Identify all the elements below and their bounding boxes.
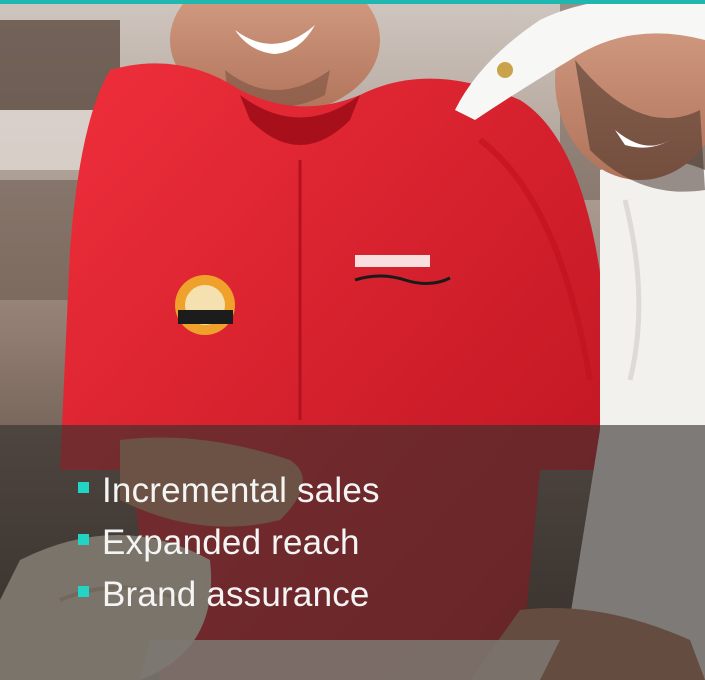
benefits-list: Incremental sales Expanded reach Brand a… bbox=[78, 465, 380, 621]
benefit-item: Expanded reach bbox=[78, 517, 380, 569]
bullet-square-icon bbox=[78, 586, 89, 597]
benefit-item: Incremental sales bbox=[78, 465, 380, 517]
benefit-item: Brand assurance bbox=[78, 569, 380, 621]
bullet-square-icon bbox=[78, 534, 89, 545]
slide: Incremental sales Expanded reach Brand a… bbox=[0, 0, 705, 680]
benefit-label: Incremental sales bbox=[102, 471, 380, 510]
accent-bar bbox=[0, 0, 705, 4]
benefit-label: Brand assurance bbox=[102, 575, 370, 614]
benefit-label: Expanded reach bbox=[102, 523, 360, 562]
bullet-square-icon bbox=[78, 482, 89, 493]
